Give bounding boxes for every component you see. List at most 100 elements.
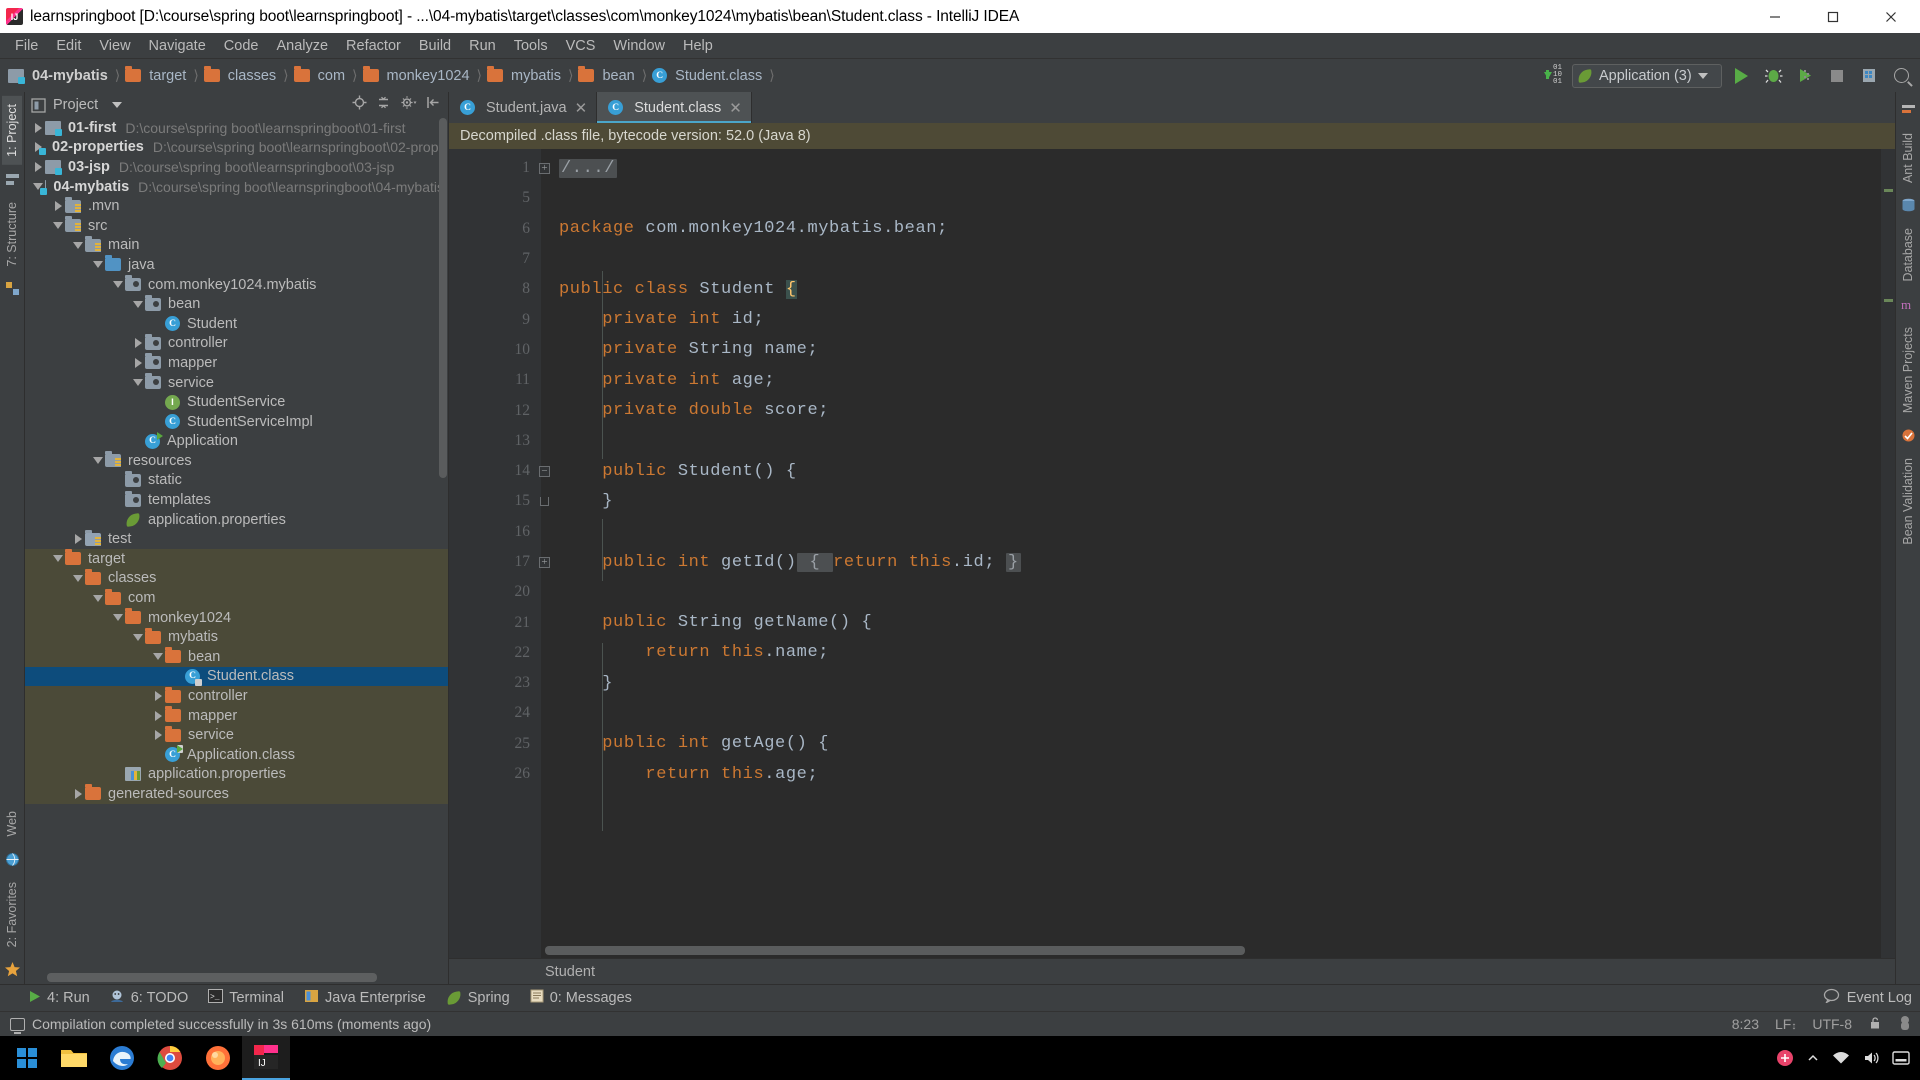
run-with-coverage-button[interactable] [1792, 63, 1818, 89]
code-line[interactable] [541, 698, 1881, 728]
menu-code[interactable]: Code [215, 36, 268, 56]
line-number[interactable]: 6 [449, 214, 541, 244]
menu-vcs[interactable]: VCS [557, 36, 605, 56]
tree-node-studentserviceimpl[interactable]: StudentServiceImpl [25, 412, 448, 432]
tree-node-bean[interactable]: bean [25, 647, 448, 667]
menu-edit[interactable]: Edit [47, 36, 90, 56]
code-line[interactable]: package com.monkey1024.mybatis.bean; [541, 214, 1881, 244]
marker-strip[interactable] [1881, 149, 1895, 958]
line-number[interactable]: 20 [449, 577, 541, 607]
tree-node-classes[interactable]: classes [25, 568, 448, 589]
tree-node-application-class[interactable]: Application.class [25, 745, 448, 765]
taskbar-intellij[interactable]: IJ [242, 1036, 290, 1080]
collapse-arrow-icon[interactable] [93, 261, 103, 269]
tray-app-icon[interactable] [1776, 1049, 1794, 1067]
line-number[interactable]: 21 [449, 607, 541, 637]
close-icon[interactable]: ✕ [575, 99, 588, 117]
caret-position[interactable]: 8:23 [1732, 1016, 1759, 1032]
editor-horizontal-scrollbar[interactable] [545, 946, 1245, 955]
code-line[interactable]: private double score; [541, 395, 1881, 425]
line-number-gutter[interactable]: 1 + 5 6 7 8 9 10 11 12 13 14− 15 16 17 + 20 21 22 23 24 25 26 [449, 149, 550, 958]
tree-node-student-class[interactable]: Student.class [25, 666, 448, 687]
line-number[interactable]: 25 [449, 729, 541, 759]
menu-analyze[interactable]: Analyze [267, 36, 337, 56]
collapse-arrow-icon[interactable] [133, 633, 143, 641]
debug-button[interactable] [1760, 63, 1786, 89]
collapse-arrow-icon[interactable] [133, 379, 143, 387]
line-number[interactable]: 9 [449, 304, 541, 334]
maven-icon[interactable]: m [1900, 296, 1917, 313]
breadcrumb-bean[interactable]: bean [578, 66, 637, 84]
hide-panel-icon[interactable] [426, 95, 441, 115]
toolwindow-java-enterprise[interactable]: Java Enterprise [304, 989, 426, 1007]
tree-node-04-mybatis[interactable]: 04-mybatis D:\course\spring boot\learnspr… [25, 177, 448, 197]
code-line[interactable]: private int age; [541, 365, 1881, 395]
tree-node-monkey1024[interactable]: monkey1024 [25, 607, 448, 628]
sidebar-tab-bean-validation[interactable]: Bean Validation [1898, 450, 1918, 553]
close-icon[interactable]: ✕ [729, 99, 742, 117]
tab-student-java[interactable]: Student.java ✕ [449, 92, 598, 123]
sidebar-tab-favorites[interactable]: 2: Favorites [2, 874, 22, 955]
line-number[interactable]: 24 [449, 698, 541, 728]
code-line[interactable]: } [541, 486, 1881, 516]
code-line[interactable] [541, 517, 1881, 547]
project-horizontal-scrollbar[interactable] [47, 973, 377, 982]
collapse-arrow-icon[interactable] [133, 300, 143, 308]
toolwindow-messages[interactable]: 0: Messages [530, 989, 632, 1007]
tree-node-application[interactable]: Application [25, 431, 448, 452]
code-line[interactable] [541, 244, 1881, 274]
tree-node-templates[interactable]: templates [25, 490, 448, 510]
expand-arrow-icon[interactable] [154, 730, 162, 741]
maximize-button[interactable] [1804, 0, 1862, 33]
breadcrumb-com[interactable]: com [293, 66, 348, 84]
tree-node-java[interactable]: java [25, 255, 448, 275]
menu-navigate[interactable]: Navigate [140, 36, 215, 56]
tree-node-com[interactable]: com [25, 588, 448, 608]
start-button[interactable] [4, 1036, 50, 1080]
code-line[interactable]: return this .age; [541, 759, 1881, 789]
code-line[interactable] [541, 183, 1881, 213]
editor-breadcrumb[interactable]: Student [449, 958, 1895, 984]
taskbar-firefox[interactable] [194, 1036, 242, 1080]
code-line[interactable]: return this .name; [541, 638, 1881, 668]
line-number[interactable]: 12 [449, 395, 541, 425]
tree-node-com-monkey1024-mybatis[interactable]: com.monkey1024.mybatis [25, 275, 448, 295]
chevron-down-icon[interactable] [112, 102, 123, 108]
tab-student-class[interactable]: Student.class ✕ [597, 92, 752, 123]
breadcrumb-target[interactable]: target [125, 66, 189, 84]
tree-node-application-properties[interactable]: application.properties [25, 764, 448, 785]
ant-build-icon[interactable] [1900, 102, 1917, 119]
tree-node-studentservice[interactable]: StudentService [25, 392, 448, 412]
run-button[interactable] [1728, 63, 1754, 89]
code-line[interactable]: private String name; [541, 335, 1881, 365]
favorites-star-icon[interactable] [4, 961, 21, 978]
line-number[interactable]: 16 [449, 517, 541, 547]
line-number[interactable]: 14− [449, 456, 550, 486]
code-line[interactable]: public int getId() { return this .id; } [541, 547, 1881, 577]
tree-node-student[interactable]: Student [25, 314, 448, 334]
collapse-arrow-icon[interactable] [113, 281, 123, 289]
project-vertical-scrollbar[interactable] [439, 118, 447, 478]
line-number[interactable]: 15 [449, 486, 549, 516]
breadcrumb-mybatis[interactable]: mybatis [487, 66, 564, 84]
tree-node--mvn[interactable]: .mvn [25, 196, 448, 216]
collapse-arrow-icon[interactable] [73, 241, 83, 249]
tree-node-test[interactable]: test [25, 529, 448, 549]
collapse-arrow-icon[interactable] [113, 614, 123, 622]
tree-node-service[interactable]: service [25, 725, 448, 745]
code-line[interactable]: /.../ [541, 153, 1881, 183]
collapse-arrow-icon[interactable] [93, 594, 103, 602]
toolwindow-terminal[interactable]: >_ Terminal [208, 989, 284, 1007]
stop-button[interactable] [1824, 63, 1850, 89]
breadcrumb-module[interactable]: 04-mybatis [8, 68, 111, 84]
tree-node-mybatis[interactable]: mybatis [25, 627, 448, 648]
locate-icon[interactable] [352, 95, 367, 115]
project-tree[interactable]: 01-first D:\course\spring boot\learnsprin… [25, 118, 448, 984]
line-number[interactable]: 22 [449, 638, 541, 668]
taskbar-file-explorer[interactable] [50, 1036, 98, 1080]
sidebar-tab-project[interactable]: 1: Project [2, 96, 22, 165]
toolwindow-todo[interactable]: 6: TODO [110, 989, 188, 1007]
line-number[interactable]: 11 [449, 365, 541, 395]
update-application-button[interactable] [1856, 63, 1882, 89]
expand-arrow-icon[interactable] [34, 161, 42, 172]
